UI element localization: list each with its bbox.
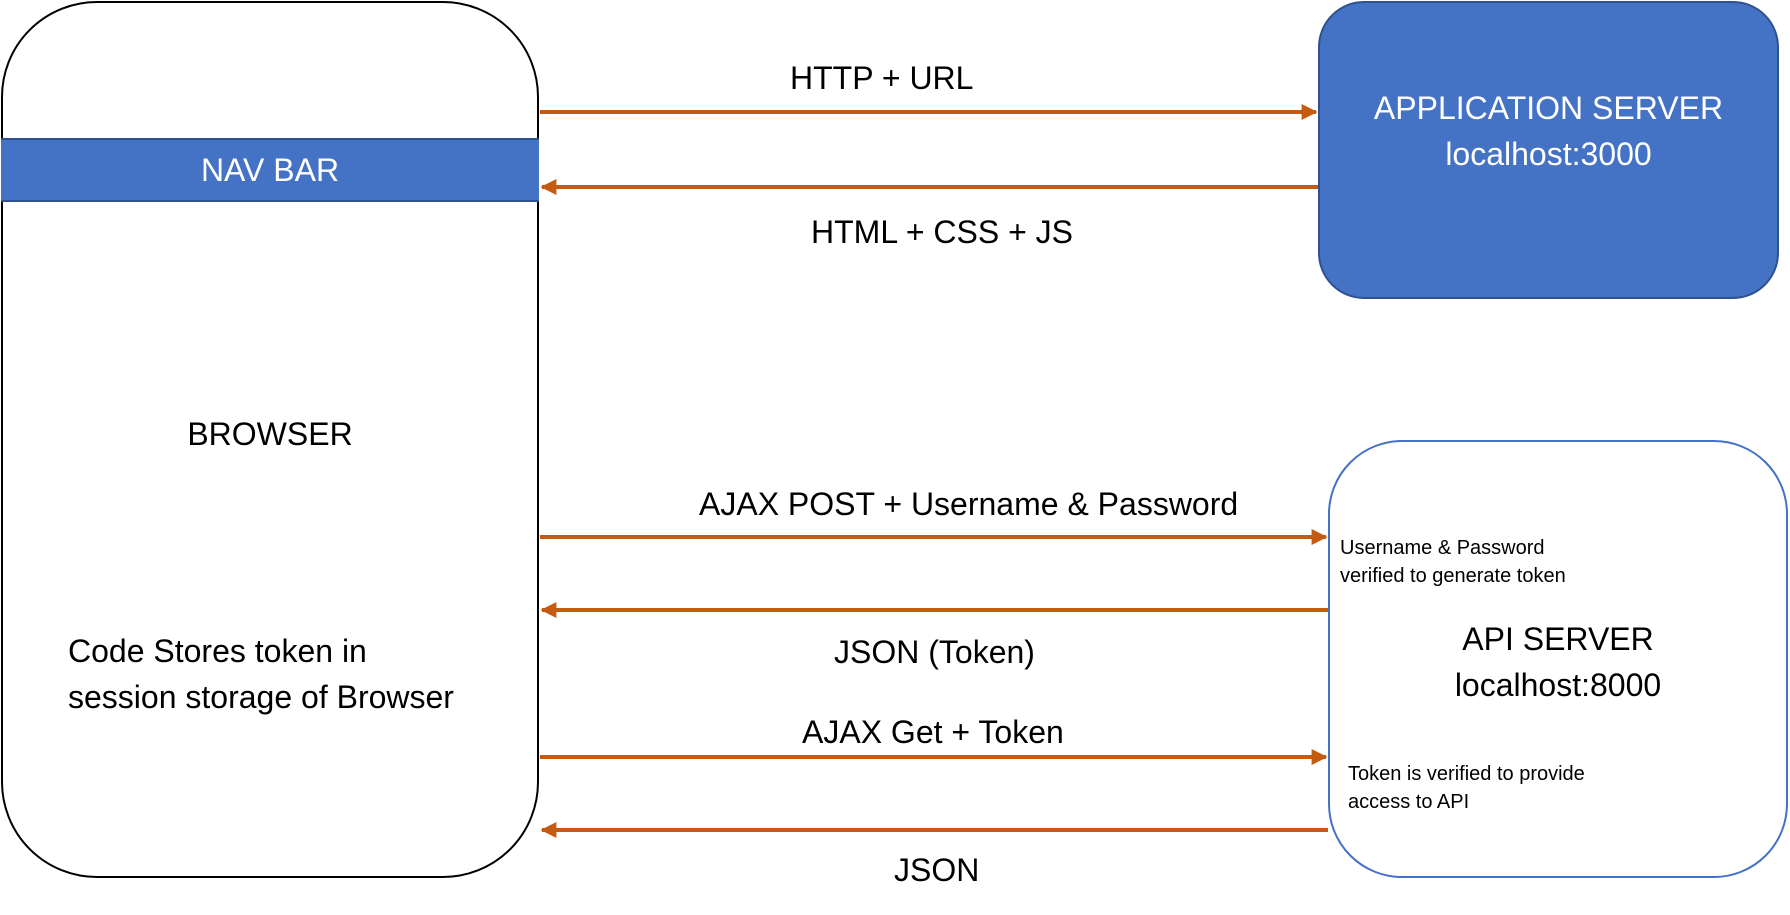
flow-label-json: JSON	[894, 852, 980, 888]
flow-label-ajax-post: AJAX POST + Username & Password	[699, 486, 1239, 522]
architecture-diagram: NAV BAR BROWSER Code Stores token in ses…	[0, 0, 1790, 915]
flow-label-html-css-js: HTML + CSS + JS	[811, 214, 1073, 250]
flow-label-ajax-get: AJAX Get + Token	[802, 714, 1064, 750]
flow-label-json-token: JSON (Token)	[834, 634, 1035, 670]
flow-label-http-url: HTTP + URL	[790, 60, 974, 96]
flow-arrows	[540, 104, 1328, 838]
